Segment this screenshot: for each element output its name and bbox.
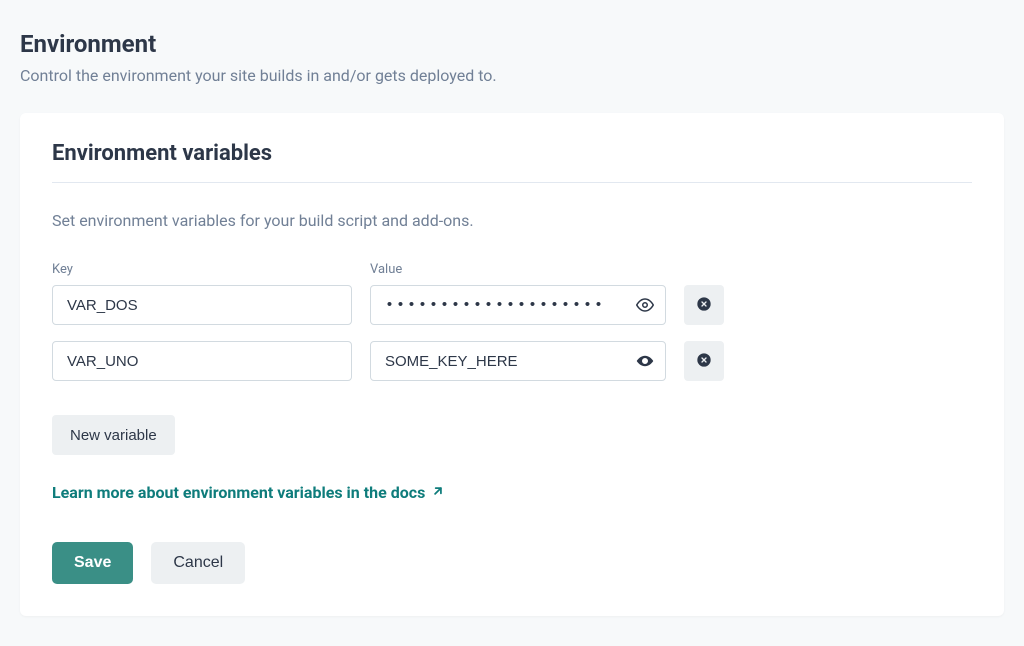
page-subtitle: Control the environment your site builds…: [20, 66, 1004, 85]
docs-link-label: Learn more about environment variables i…: [52, 483, 425, 502]
page-title: Environment: [20, 30, 1004, 58]
remove-icon: [696, 296, 712, 315]
cancel-button[interactable]: Cancel: [151, 542, 245, 584]
key-input[interactable]: [52, 341, 352, 381]
column-headers: Key Value: [52, 262, 972, 277]
key-input[interactable]: [52, 285, 352, 325]
new-variable-button[interactable]: New variable: [52, 415, 175, 455]
value-wrapper: [370, 285, 666, 325]
eye-icon[interactable]: [636, 296, 654, 314]
variable-row: [52, 341, 972, 381]
remove-icon: [696, 352, 712, 371]
value-column-header: Value: [370, 262, 666, 277]
docs-link[interactable]: Learn more about environment variables i…: [52, 483, 445, 502]
save-button[interactable]: Save: [52, 542, 133, 584]
value-input[interactable]: [370, 341, 666, 381]
key-column-header: Key: [52, 262, 352, 277]
section-description: Set environment variables for your build…: [52, 211, 972, 230]
value-wrapper: [370, 341, 666, 381]
remove-variable-button[interactable]: [684, 341, 724, 381]
section-title: Environment variables: [52, 141, 972, 183]
env-variables-card: Environment variables Set environment va…: [20, 113, 1004, 616]
variable-row: [52, 285, 972, 325]
value-input[interactable]: [370, 285, 666, 325]
external-link-icon: [431, 483, 445, 502]
eye-hide-icon[interactable]: [636, 352, 654, 370]
remove-variable-button[interactable]: [684, 285, 724, 325]
form-actions: Save Cancel: [52, 542, 972, 584]
